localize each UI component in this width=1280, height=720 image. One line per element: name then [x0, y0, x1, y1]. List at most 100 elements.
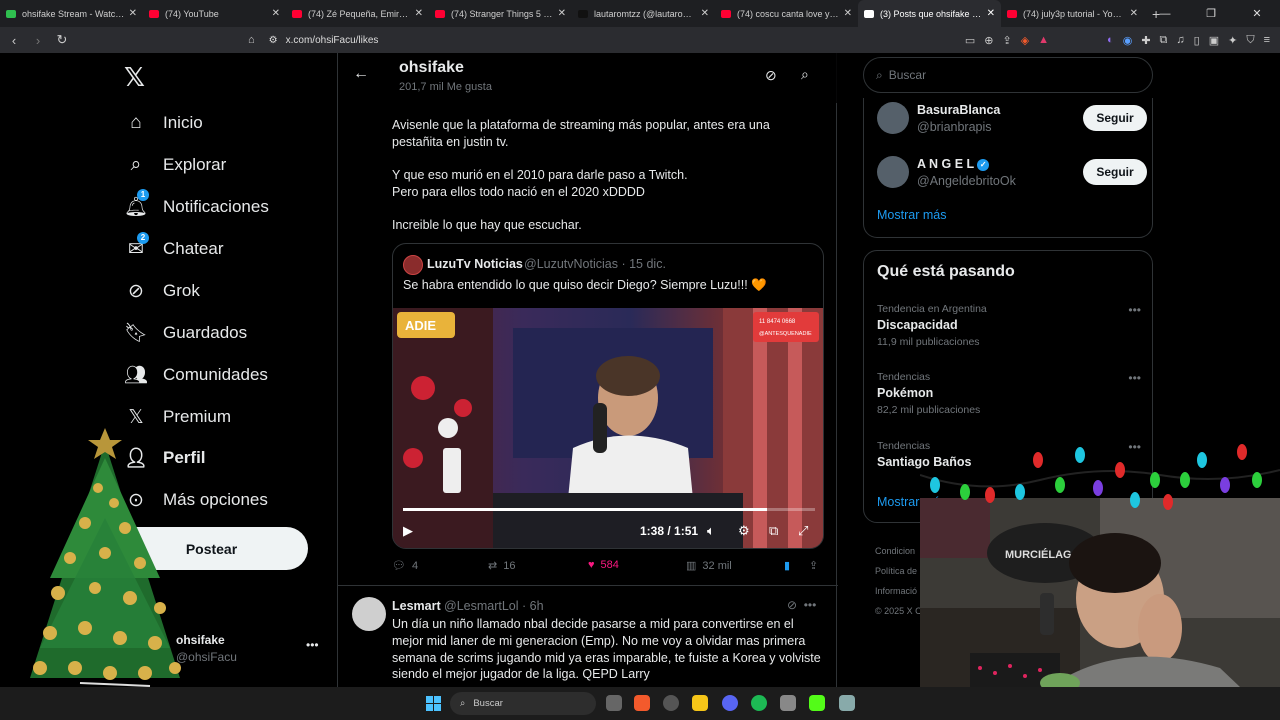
forward-icon[interactable]: › — [28, 33, 48, 48]
quote-author-handle[interactable]: @LuzutvNoticias · 15 dic. — [524, 257, 666, 271]
minimize-icon[interactable]: — — [1142, 8, 1188, 20]
more-dots-icon[interactable]: ••• — [1128, 371, 1141, 385]
avatar[interactable] — [403, 255, 423, 275]
video-player[interactable]: ADIE 11 8474 0668 @ANTESQUENADIE ▶ 1:38 … — [393, 308, 823, 548]
url-text[interactable]: x.com/ohsiFacu/likes — [286, 35, 379, 46]
x-logo-icon[interactable]: 𝕏 — [124, 63, 145, 93]
follow-suggestion[interactable]: BasuraBlanca @brianbrapis Seguir — [877, 102, 1147, 138]
footer-link[interactable]: Informació — [875, 581, 922, 601]
file-explorer-icon[interactable] — [692, 695, 708, 711]
back-arrow-icon[interactable]: ← — [353, 65, 369, 83]
search-icon[interactable]: ⌕ — [801, 66, 809, 83]
site-info-icon[interactable]: ⚙ — [269, 35, 278, 46]
extensions-icon[interactable]: ✚ — [1141, 34, 1150, 47]
close-tab-icon[interactable]: ✕ — [558, 8, 566, 19]
footer-link[interactable]: © 2025 X C — [875, 601, 922, 621]
more-dots-icon[interactable]: ••• — [804, 598, 817, 612]
menu-icon[interactable]: ≡ — [1264, 34, 1270, 46]
app-icon[interactable] — [780, 695, 796, 711]
nav-item-grok[interactable]: ⊘ Grok — [124, 276, 200, 306]
brave-shield-icon[interactable]: ◈ — [1021, 34, 1029, 47]
follow-suggestion[interactable]: A N G E L ✓ @AngeldebritoOk Seguir — [877, 156, 1147, 192]
browser-tab[interactable]: (3) Posts que ohsifake (@o ✕ — [858, 0, 1001, 27]
show-more-link[interactable]: Mostrar más — [877, 208, 946, 222]
nav-item-comunidades[interactable]: 👥︎ Comunidades — [124, 360, 268, 390]
close-tab-icon[interactable]: ✕ — [987, 8, 995, 19]
bookmark-icon[interactable]: ▮ — [784, 559, 790, 572]
browser-tab[interactable]: (74) Stranger Things 5 | Tráiler ✕ — [429, 0, 572, 27]
post-author-handle[interactable]: @LesmartLol · 6h — [444, 599, 544, 613]
reply-button[interactable]: 💬︎ 4 — [392, 559, 418, 573]
avatar[interactable] — [877, 156, 909, 188]
rewards-icon[interactable]: ▲ — [1038, 34, 1049, 46]
post-author-name[interactable]: Lesmart — [392, 599, 441, 613]
avatar[interactable] — [352, 597, 386, 631]
windows-start-icon[interactable] — [426, 696, 441, 711]
kick-icon[interactable] — [809, 695, 825, 711]
nav-item-chatear[interactable]: ✉ 2 Chatear — [124, 231, 223, 264]
browser-tab[interactable]: lautaromtzz (@lautaromtzz) | T ✕ — [572, 0, 715, 27]
screenshot-icon[interactable]: ⧉ — [1160, 34, 1168, 47]
close-tab-icon[interactable]: ✕ — [415, 8, 423, 19]
trend-item[interactable]: Tendencias Pokémon 82,2 mil publicaciones •… — [877, 371, 1141, 421]
address-bar[interactable]: ⌂ ⚙ x.com/ohsiFacu/likes — [248, 27, 378, 53]
avatar[interactable] — [877, 102, 909, 134]
play-icon[interactable]: ▶ — [403, 523, 413, 539]
nav-item-notificaciones[interactable]: 🔔︎ 1 Notificaciones — [124, 189, 269, 222]
quoted-post[interactable]: LuzuTv Noticias @LuzutvNoticias · 15 dic… — [392, 243, 824, 549]
settings-icon[interactable] — [839, 695, 855, 711]
zoom-icon[interactable]: ⊕ — [984, 34, 993, 47]
browser-tab[interactable]: (74) Zé Pequeña, Emirsito - TW ✕ — [286, 0, 429, 27]
cast-icon[interactable]: ▭ — [965, 34, 975, 47]
suggestion-name[interactable]: BasuraBlanca — [917, 103, 1000, 117]
quote-author-name[interactable]: LuzuTv Noticias — [427, 257, 523, 271]
follow-button[interactable]: Seguir — [1083, 159, 1147, 185]
close-tab-icon[interactable]: ✕ — [1130, 8, 1138, 19]
search-input[interactable]: ⌕ Buscar — [863, 57, 1153, 93]
repost-button[interactable]: ⇄ 16 — [488, 559, 515, 573]
media-icon[interactable]: ♫ — [1176, 34, 1184, 46]
bookmark-page-icon[interactable]: ⌂ — [248, 34, 255, 46]
close-tab-icon[interactable]: ✕ — [844, 8, 852, 19]
nav-item-guardados[interactable]: 🔖︎ Guardados — [124, 318, 247, 348]
video-progress-bar[interactable] — [403, 508, 815, 511]
nav-item-inicio[interactable]: ⌂ Inicio — [124, 108, 202, 138]
fullscreen-icon[interactable]: ⤢ — [798, 523, 808, 539]
footer-link[interactable]: Política de — [875, 561, 922, 581]
sidebar-icon[interactable]: ▯ — [1194, 34, 1200, 47]
close-tab-icon[interactable]: ✕ — [129, 8, 137, 19]
footer-link[interactable]: Condicion — [875, 541, 922, 561]
grok-icon[interactable]: ⊘ — [765, 67, 777, 84]
brave-icon[interactable] — [634, 695, 650, 711]
browser-tab[interactable]: (74) july3p tutorial - YouTube ✕ — [1001, 0, 1144, 27]
reload-icon[interactable]: ↻ — [52, 32, 72, 48]
back-icon[interactable]: ‹ — [4, 33, 24, 48]
volume-icon[interactable]: 🔈︎ — [707, 523, 715, 539]
leo-icon[interactable]: ◐ — [1107, 34, 1114, 46]
more-dots-icon[interactable]: ••• — [306, 638, 319, 652]
views-button[interactable]: ▥ 32 mil — [686, 559, 732, 573]
close-window-icon[interactable]: ✕ — [1234, 7, 1280, 20]
pip-icon[interactable]: ⧉ — [769, 523, 778, 539]
taskbar-search[interactable]: ⌕ Buscar — [450, 692, 596, 715]
browser-tab[interactable]: (74) coscu canta love yourself ✕ — [715, 0, 858, 27]
ai-icon[interactable]: ✦ — [1228, 34, 1237, 47]
like-button[interactable]: ♥ 584 — [588, 559, 619, 571]
browser-tab[interactable]: (74) YouTube ✕ — [143, 0, 286, 27]
suggestion-name[interactable]: A N G E L ✓ — [917, 157, 990, 171]
close-tab-icon[interactable]: ✕ — [701, 8, 709, 19]
grok-icon[interactable]: ⊘ — [787, 598, 797, 612]
follow-button[interactable]: Seguir — [1083, 105, 1147, 131]
vpn-icon[interactable]: ⛉ — [1246, 34, 1254, 47]
nav-item-explorar[interactable]: ⌕ Explorar — [124, 150, 227, 180]
chrome-icon[interactable] — [663, 695, 679, 711]
restore-icon[interactable]: ❐ — [1188, 7, 1234, 20]
more-dots-icon[interactable]: ••• — [1128, 303, 1141, 317]
share-icon[interactable]: ⇪ — [1002, 34, 1011, 47]
wallet-icon[interactable]: ▣ — [1209, 34, 1219, 47]
close-tab-icon[interactable]: ✕ — [272, 8, 280, 19]
translate-icon[interactable]: ◉ — [1123, 34, 1133, 47]
spotify-icon[interactable] — [751, 695, 767, 711]
browser-tab[interactable]: ohsifake Stream - Watch Li ✕ — [0, 0, 143, 27]
settings-icon[interactable]: ⚙ — [738, 523, 750, 539]
